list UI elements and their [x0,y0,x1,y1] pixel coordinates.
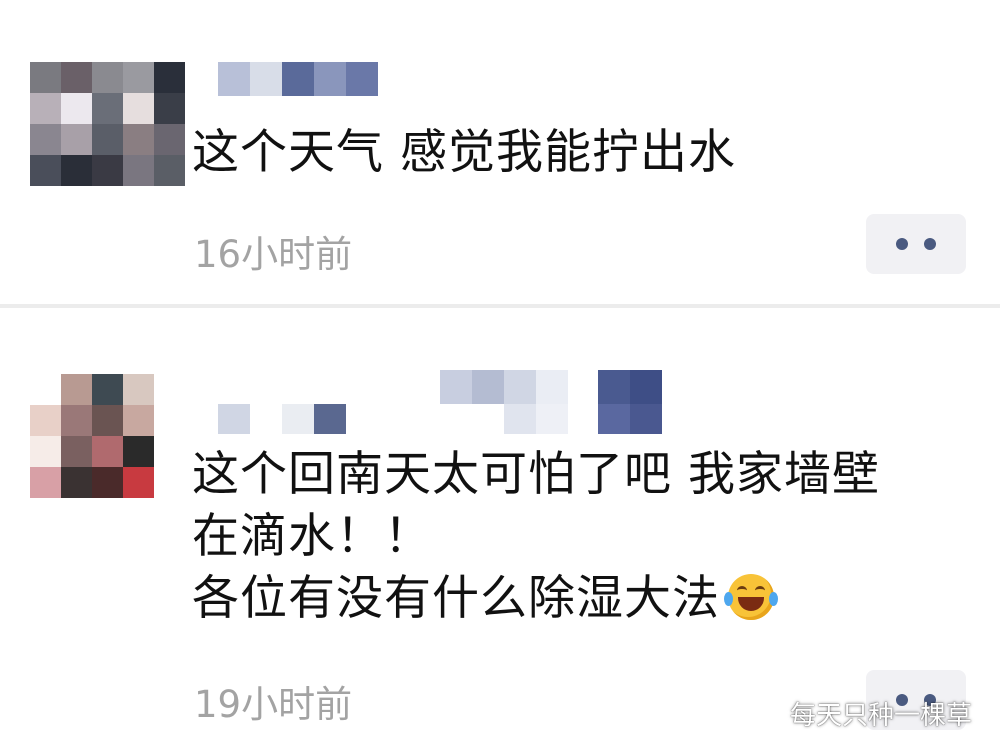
comment-text-line: 这个天气 感觉我能拧出水 [192,125,736,180]
comment-text: 这个天气 感觉我能拧出水 [192,126,736,180]
timestamp: 16小时前 [194,233,353,276]
username-blurred[interactable] [218,62,378,96]
comment-text-line: 在滴水！！ [192,509,432,564]
comment-post: 这个回南天太可怕了吧 我家墙壁 在滴水！！ 各位有没有什么除湿大法 19小时前 [0,308,1000,754]
more-dots-icon [896,238,908,250]
watermark-text: 每天只种一棵草 [789,701,972,731]
comment-post: 这个天气 感觉我能拧出水 16小时前 [0,0,1000,304]
comment-text-line: 这个回南天太可怕了吧 我家墙壁 [192,447,880,502]
comment-text: 这个回南天太可怕了吧 我家墙壁 在滴水！！ 各位有没有什么除湿大法 [192,448,880,626]
wechat-channel-icon [743,700,780,726]
avatar-blurred[interactable] [30,62,185,186]
avatar-blurred[interactable] [30,374,185,498]
watermark: 每天只种一棵草 [742,695,972,732]
laughing-crying-emoji-icon [724,574,778,620]
username-blurred[interactable] [218,370,668,440]
more-button[interactable] [866,214,966,274]
comment-text-line: 各位有没有什么除湿大法 [192,572,880,626]
timestamp: 19小时前 [194,683,353,726]
more-dots-icon [924,238,936,250]
